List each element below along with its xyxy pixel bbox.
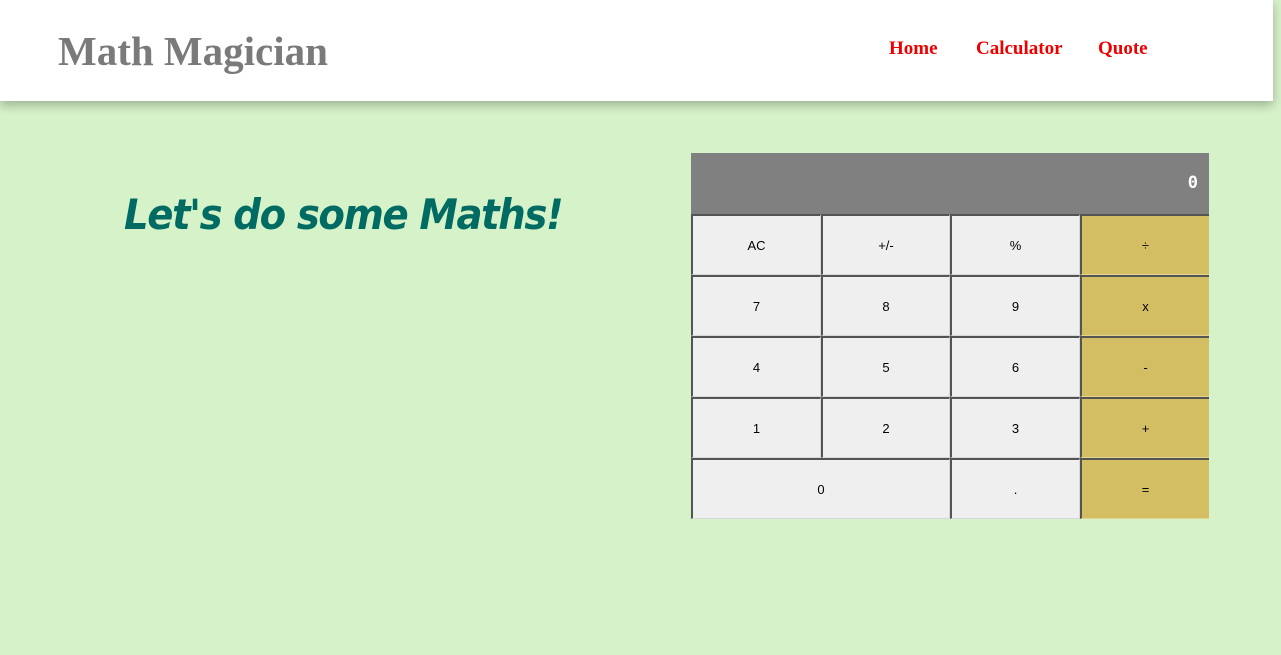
equals-button[interactable]: = <box>1080 458 1209 519</box>
multiply-button[interactable]: x <box>1080 275 1209 336</box>
divide-button[interactable]: ÷ <box>1080 214 1209 275</box>
digit-2-button[interactable]: 2 <box>821 397 950 458</box>
nav-link-home[interactable]: Home <box>889 38 938 60</box>
add-button[interactable]: + <box>1080 397 1209 458</box>
digit-5-button[interactable]: 5 <box>821 336 950 397</box>
calculator: 0 AC +/- % ÷ 7 8 9 x 4 5 6 - 1 2 3 + 0 .… <box>691 153 1209 519</box>
decimal-button[interactable]: . <box>950 458 1080 519</box>
digit-4-button[interactable]: 4 <box>691 336 821 397</box>
clear-button[interactable]: AC <box>691 214 821 275</box>
digit-1-button[interactable]: 1 <box>691 397 821 458</box>
site-header: Math Magician Home Calculator Quote <box>0 0 1273 101</box>
subtract-button[interactable]: - <box>1080 336 1209 397</box>
digit-6-button[interactable]: 6 <box>950 336 1080 397</box>
toggle-sign-button[interactable]: +/- <box>821 214 950 275</box>
brand-title: Math Magician <box>58 28 328 74</box>
percent-button[interactable]: % <box>950 214 1080 275</box>
digit-9-button[interactable]: 9 <box>950 275 1080 336</box>
digit-7-button[interactable]: 7 <box>691 275 821 336</box>
digit-0-button[interactable]: 0 <box>691 458 950 519</box>
nav-link-quote[interactable]: Quote <box>1098 38 1148 60</box>
page-headline: Let's do some Maths! <box>124 190 564 239</box>
digit-8-button[interactable]: 8 <box>821 275 950 336</box>
calculator-keypad: AC +/- % ÷ 7 8 9 x 4 5 6 - 1 2 3 + 0 . = <box>691 214 1209 519</box>
digit-3-button[interactable]: 3 <box>950 397 1080 458</box>
calculator-display: 0 <box>691 153 1209 214</box>
nav-link-calculator[interactable]: Calculator <box>976 38 1063 60</box>
